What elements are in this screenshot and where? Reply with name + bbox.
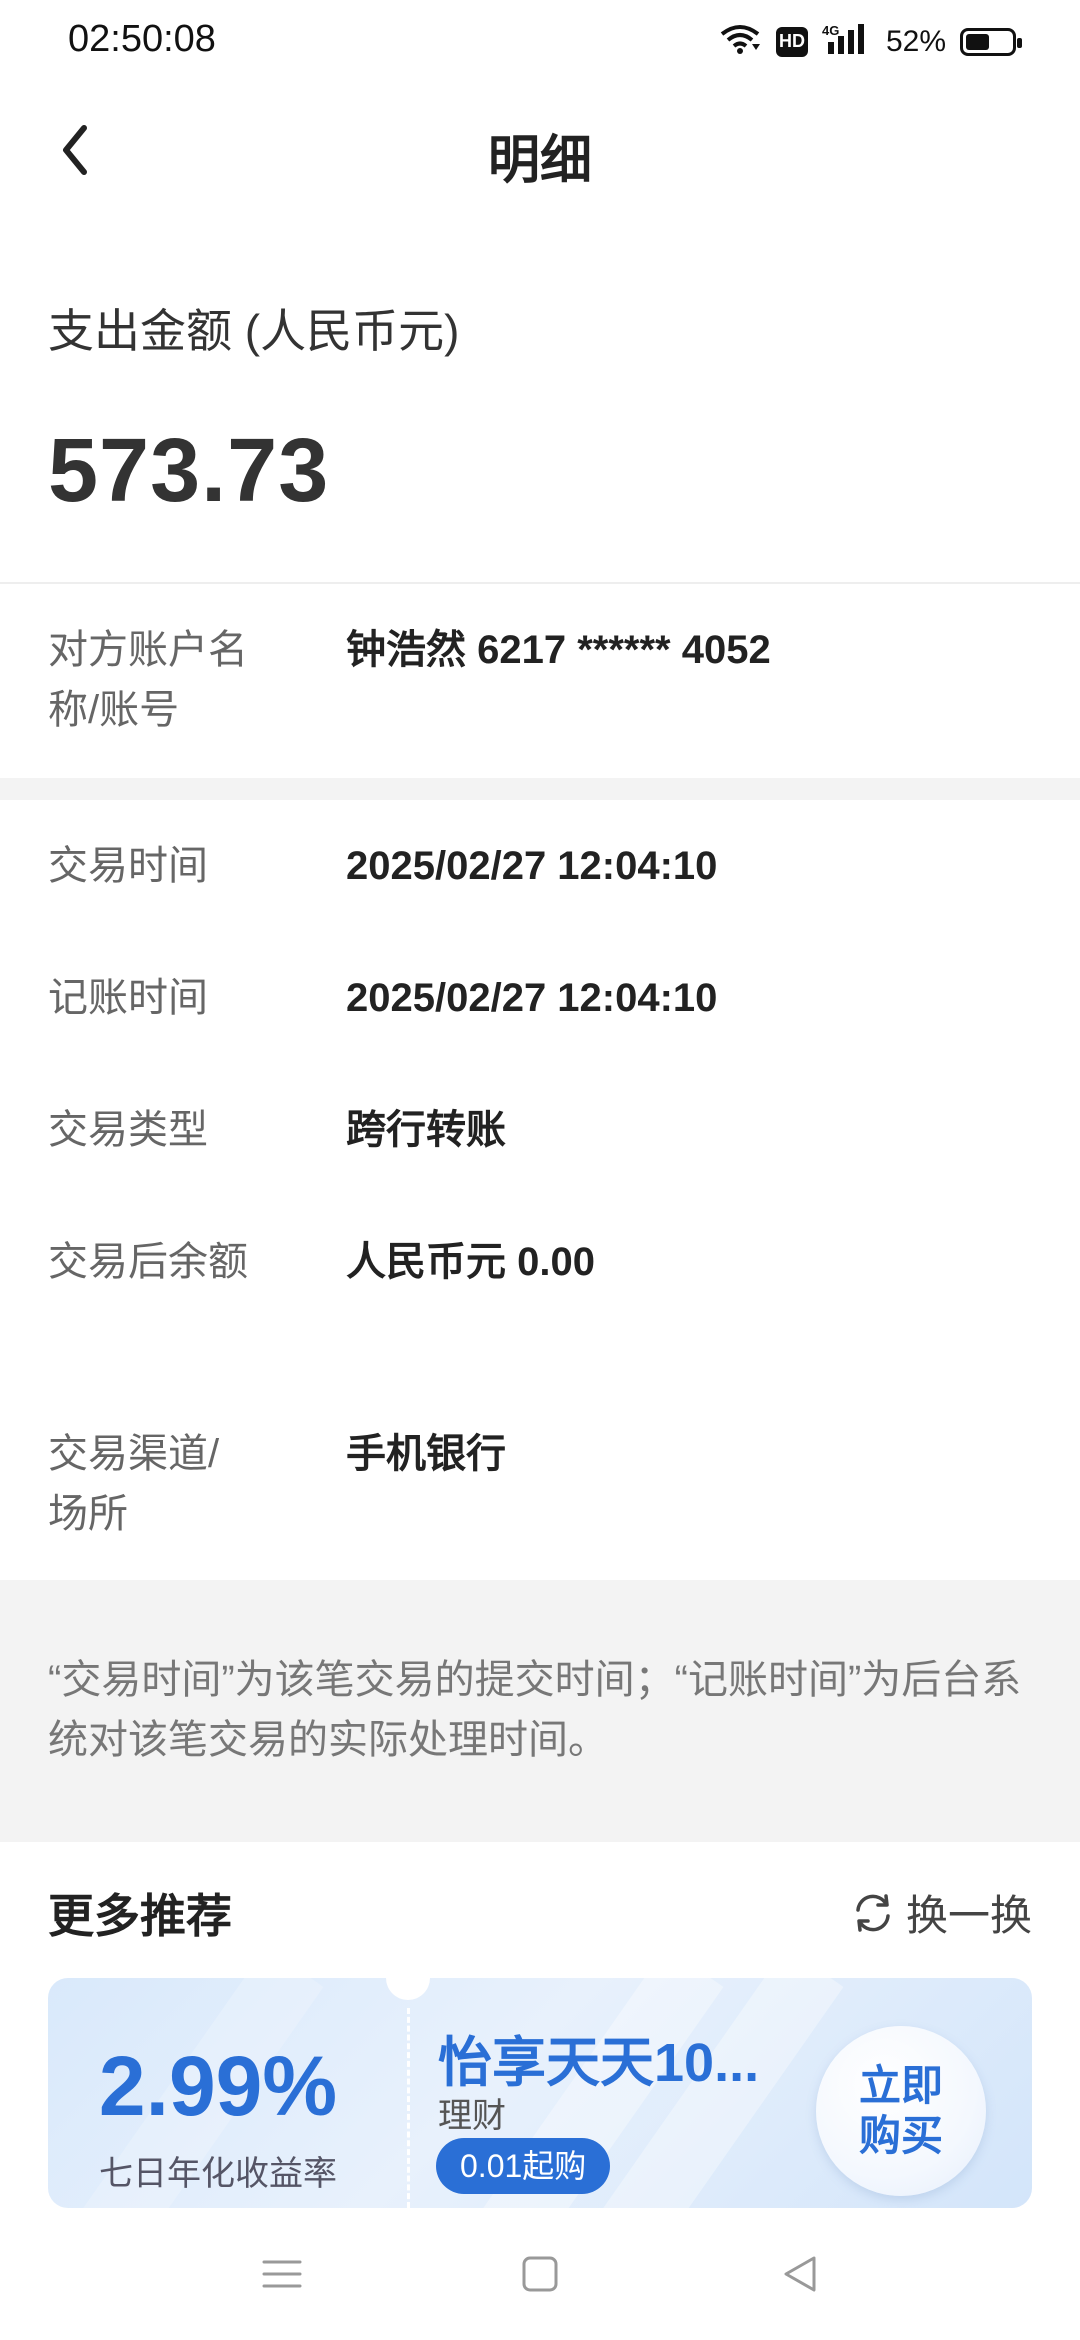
detail-label: 记账时间 [48,976,208,1020]
card-divider [407,2008,410,2208]
menu-button[interactable] [252,2244,312,2304]
note-text: “交易时间”为该笔交易的提交时间；“记账时间”为后台系统对该笔交易的实际处理时间… [48,1658,1022,1762]
detail-label: 交易类型 [48,1108,208,1152]
refresh-icon [856,1893,890,1932]
battery-percent: 52% [885,24,946,58]
hd-icon: HD [775,26,808,57]
section-gap [0,778,1080,800]
counterparty-value: 钟浩然 6217 ****** 4052 [346,628,771,672]
buy-now-label: 立即购买 [858,2062,943,2159]
signal-icon: 4G [822,22,872,61]
svg-text:4G: 4G [822,23,839,38]
detail-label: 交易时间 [48,844,208,888]
divider [0,582,1080,584]
product-type: 理财 [438,2097,506,2135]
status-bar: 02:50:08 HD 4G 52% [0,0,1080,80]
counterparty-row: 对方账户名称/账号 钟浩然 6217 ****** 4052 [48,620,1048,760]
card-notch [386,1978,430,2000]
system-nav-bar [0,2208,1080,2340]
menu-icon [262,2260,302,2288]
triangle-back-icon [784,2256,816,2292]
product-tag: 0.01起购 [436,2138,611,2194]
refresh-label: 换一换 [905,1892,1032,1939]
detail-label: 交易后余额 [48,1240,248,1284]
status-icons: HD 4G 52% [718,22,1022,61]
page-title: 明细 [487,132,592,190]
battery-fill [966,33,989,50]
product-name[interactable]: 怡享天天10... [438,2018,759,2097]
square-icon [522,2256,558,2292]
status-time: 02:50:08 [68,18,216,60]
section-title: 更多推荐 [48,1890,232,1942]
detail-value: 人民币元 0.00 [346,1240,595,1284]
amount-label: 支出金额 (人民币元) [48,305,460,357]
detail-label: 交易渠道/场所 [48,1432,220,1536]
home-button[interactable] [510,2244,570,2304]
app-header: 明细 [0,80,1080,220]
detail-value: 2025/02/27 12:04:10 [346,976,718,1020]
product-rate-label: 七日年化收益率 [99,2155,337,2193]
amount-value: 573.73 [48,421,330,521]
counterparty-label: 对方账户名称/账号 [48,628,248,732]
detail-value: 2025/02/27 12:04:10 [346,844,718,888]
product-card[interactable]: 2.99% 七日年化收益率 怡享天天10... 理财 0.01起购 立即购买 [48,1978,1032,2208]
detail-value: 跨行转账 [346,1108,506,1152]
note-box: “交易时间”为该笔交易的提交时间；“记账时间”为后台系统对该笔交易的实际处理时间… [0,1580,1080,1842]
detail-value: 手机银行 [346,1432,506,1476]
product-rate: 2.99% [98,2039,338,2133]
back-nav-button[interactable] [770,2244,830,2304]
refresh-button[interactable]: 换一换 [850,1882,1032,1943]
buy-now-button[interactable]: 立即购买 [816,2026,986,2196]
wifi-icon [718,22,762,61]
battery-icon [960,27,1022,56]
